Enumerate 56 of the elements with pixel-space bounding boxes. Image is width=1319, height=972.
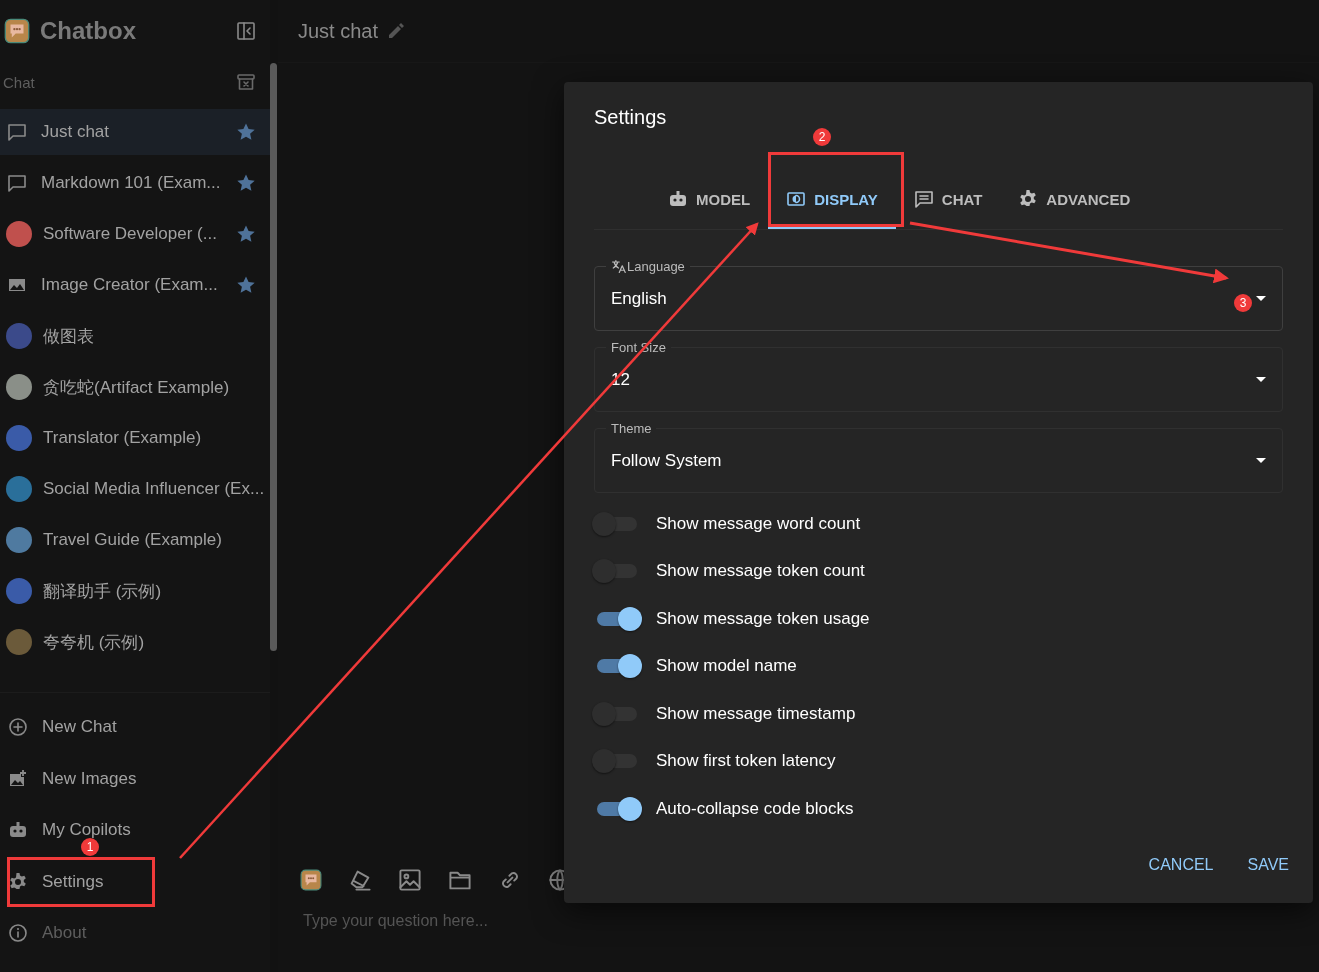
archive-icon bbox=[236, 72, 256, 92]
menu-item[interactable]: New Chat bbox=[0, 704, 270, 750]
robot-icon bbox=[668, 189, 688, 209]
chat-bubble-icon bbox=[7, 122, 27, 142]
picture-icon bbox=[398, 868, 422, 892]
chat-list-item[interactable]: Translator (Example) bbox=[0, 415, 270, 461]
toggle-label: Show message timestamp bbox=[656, 703, 856, 724]
caret-icon bbox=[1256, 458, 1266, 463]
chat-bubble-icon bbox=[7, 173, 27, 193]
add-image-icon bbox=[8, 768, 28, 789]
toggle-label: Show message word count bbox=[656, 513, 861, 534]
tab[interactable]: CHAT bbox=[895, 171, 1001, 229]
field-label: Theme bbox=[611, 420, 652, 436]
save-button[interactable]: SAVE bbox=[1235, 850, 1301, 880]
add-icon bbox=[8, 717, 28, 737]
cancel-button[interactable]: CANCEL bbox=[1136, 850, 1226, 880]
tab[interactable]: DISPLAY bbox=[768, 171, 896, 229]
chat-list-item[interactable]: Image Creator (Exam... bbox=[0, 262, 270, 308]
scrollbar[interactable] bbox=[270, 63, 277, 651]
toggle-label: Show message token count bbox=[656, 561, 865, 582]
display-icon bbox=[786, 189, 807, 209]
caret-icon bbox=[1256, 377, 1266, 382]
chat-list-item[interactable]: 夸夸机 (示例) bbox=[0, 619, 270, 665]
settings-icon bbox=[8, 871, 28, 892]
dialog-title: Settings bbox=[594, 106, 667, 129]
chat-list-item[interactable]: 贪吃蛇(Artifact Example) bbox=[0, 364, 270, 410]
message-icon bbox=[913, 189, 934, 209]
app-logo-icon bbox=[300, 869, 322, 891]
chat-list-item[interactable]: Just chat bbox=[0, 109, 270, 155]
toggle-label: Show message token usage bbox=[656, 608, 870, 629]
collapse-sidebar-icon bbox=[236, 21, 256, 41]
toggle-label: Auto-collapse code blocks bbox=[656, 798, 854, 819]
chat-list-item[interactable]: Social Media Influencer (Ex... bbox=[0, 466, 270, 512]
toggle-label: Show first token latency bbox=[656, 751, 836, 772]
toggle-label: Show model name bbox=[656, 656, 797, 677]
section-label: Chat bbox=[3, 73, 36, 91]
info-icon bbox=[8, 923, 28, 943]
tab[interactable]: MODEL bbox=[650, 171, 769, 229]
menu-item[interactable]: New Images bbox=[0, 755, 270, 802]
robot-icon bbox=[8, 820, 28, 840]
tab[interactable]: ADVANCED bbox=[1000, 171, 1149, 229]
chat-title: Just chat bbox=[298, 19, 379, 43]
chat-list-item[interactable]: Markdown 101 (Exam... bbox=[0, 160, 270, 206]
chat-list-item[interactable]: Travel Guide (Example) bbox=[0, 517, 270, 563]
pencil-icon bbox=[386, 21, 407, 41]
translate-icon bbox=[611, 258, 626, 274]
eraser-icon bbox=[348, 868, 372, 892]
chat-list-item[interactable]: 翻译助手 (示例) bbox=[0, 568, 270, 614]
field-label: Language bbox=[627, 258, 685, 274]
app-name: Chatbox bbox=[40, 17, 137, 45]
settings-icon bbox=[1018, 189, 1039, 209]
app-logo-icon bbox=[4, 18, 30, 44]
menu-item[interactable]: Settings bbox=[0, 858, 270, 905]
chat-list-item[interactable]: Software Developer (... bbox=[0, 211, 270, 257]
caret-icon bbox=[1256, 296, 1266, 301]
chat-list-item[interactable]: 做图表 bbox=[0, 313, 270, 359]
